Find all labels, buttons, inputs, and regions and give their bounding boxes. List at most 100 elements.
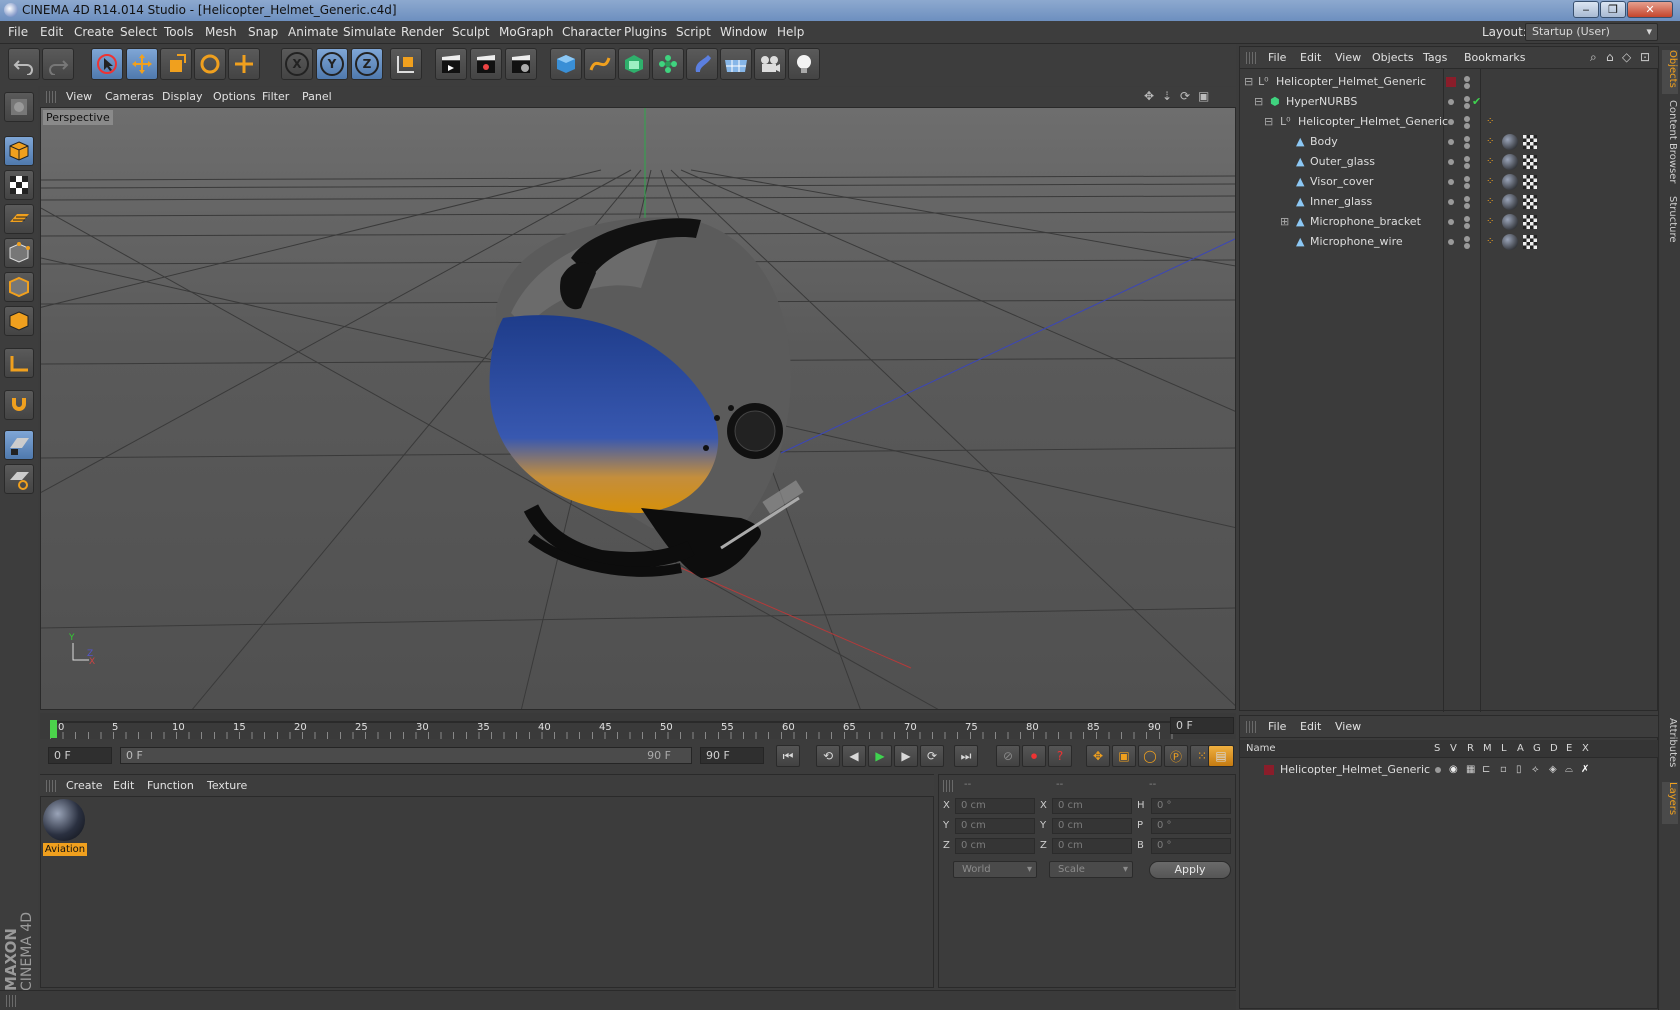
menu-snap[interactable]: Snap	[248, 25, 278, 39]
layer-menu-view[interactable]: View	[1335, 720, 1361, 733]
light-button[interactable]	[788, 48, 820, 80]
workplane-lock[interactable]	[4, 430, 34, 460]
expression-icon[interactable]: ⌓	[1565, 760, 1573, 780]
scale-key-button[interactable]: ▣	[1112, 745, 1136, 767]
render-visibility-dot[interactable]	[1464, 223, 1470, 229]
x-axis-lock[interactable]: X	[281, 48, 313, 80]
menu-script[interactable]: Script	[676, 25, 711, 39]
rot-h-field[interactable]: 0 °	[1151, 798, 1231, 814]
object-menu-file[interactable]: File	[1268, 51, 1286, 64]
current-frame-field[interactable]: 0 F	[48, 747, 112, 764]
menu-window[interactable]: Window	[720, 25, 767, 39]
material-tag-icon[interactable]	[1502, 234, 1518, 250]
timeline-end-field[interactable]: 0 F	[1170, 717, 1234, 734]
tab-objects[interactable]: Objects	[1662, 50, 1678, 94]
array-button[interactable]	[652, 48, 684, 80]
home-icon[interactable]: ⌂	[1606, 50, 1614, 64]
use-model-mode[interactable]	[4, 92, 34, 122]
dolly-view-icon[interactable]: ⇣	[1162, 89, 1172, 103]
tab-structure[interactable]: Structure	[1662, 196, 1678, 252]
scale-tool[interactable]	[160, 48, 192, 80]
object-row[interactable]: ▲ Microphone_wire ⁘	[1240, 232, 1659, 252]
max-frame-field[interactable]: 90 F	[700, 747, 764, 764]
render-visibility-dot[interactable]	[1464, 203, 1470, 209]
object-menu-objects[interactable]: Objects	[1372, 51, 1414, 64]
object-menu-tags[interactable]: Tags	[1423, 51, 1447, 64]
object-menu-edit[interactable]: Edit	[1300, 51, 1321, 64]
phong-tag-icon[interactable]: ⁘	[1486, 152, 1494, 172]
eye-icon[interactable]: ◉	[1449, 760, 1458, 780]
render-visibility-dot[interactable]	[1464, 163, 1470, 169]
keyframe-selection-button[interactable]: ?	[1048, 745, 1072, 767]
pos-x-field[interactable]: 0 cm	[955, 798, 1035, 814]
object-menu-bookmarks[interactable]: Bookmarks	[1464, 51, 1525, 64]
y-axis-lock[interactable]: Y	[316, 48, 348, 80]
material-menu-function[interactable]: Function	[147, 779, 194, 792]
menu-create[interactable]: Create	[74, 25, 114, 39]
previous-key-button[interactable]: ⟲	[816, 745, 840, 767]
menu-render[interactable]: Render	[401, 25, 444, 39]
editor-visibility-dot[interactable]	[1464, 156, 1470, 162]
playhead[interactable]	[50, 720, 57, 738]
parameter-key-button[interactable]: Ⓟ	[1164, 745, 1188, 767]
new-window-icon[interactable]: ⊡	[1640, 50, 1650, 64]
editor-visibility-dot[interactable]	[1448, 239, 1454, 245]
perspective-viewport[interactable]: Y X Z Perspective	[40, 107, 1236, 710]
menu-help[interactable]: Help	[777, 25, 804, 39]
editor-visibility-dot[interactable]	[1448, 179, 1454, 185]
next-frame-button[interactable]: ▶	[894, 745, 918, 767]
manager-icon[interactable]: ⊏	[1482, 760, 1490, 780]
size-y-field[interactable]: 0 cm	[1052, 818, 1132, 834]
menu-mograph[interactable]: MoGraph	[499, 25, 554, 39]
viewport-menu-view[interactable]: View	[66, 90, 92, 103]
viewport-menu-cameras[interactable]: Cameras	[105, 90, 154, 103]
rotate-tool[interactable]	[194, 48, 226, 80]
camera-button[interactable]	[754, 48, 786, 80]
menu-file[interactable]: File	[8, 25, 28, 39]
add-tool[interactable]	[228, 48, 260, 80]
rotate-view-icon[interactable]: ⟳	[1180, 89, 1190, 103]
phong-tag-icon[interactable]: ⁘	[1486, 112, 1494, 132]
undo-button[interactable]	[8, 48, 40, 80]
enabled-check-icon[interactable]: ✔	[1472, 92, 1481, 112]
play-button[interactable]: ▶	[868, 745, 892, 767]
uvw-tag-icon[interactable]	[1523, 235, 1537, 249]
rot-p-field[interactable]: 0 °	[1151, 818, 1231, 834]
coordinate-system-button[interactable]	[390, 48, 422, 80]
planar-workplane[interactable]	[4, 464, 34, 494]
render-visibility-dot[interactable]	[1464, 183, 1470, 189]
tab-layers[interactable]: Layers	[1662, 782, 1678, 824]
editor-visibility-dot[interactable]	[1448, 119, 1454, 125]
render-visibility-dot[interactable]	[1464, 123, 1470, 129]
menu-plugins[interactable]: Plugins	[624, 25, 667, 39]
render-view-button[interactable]	[435, 48, 467, 80]
render-visibility-dot[interactable]	[1464, 243, 1470, 249]
subdivision-surface-button[interactable]	[618, 48, 650, 80]
uvw-tag-icon[interactable]	[1523, 215, 1537, 229]
phong-tag-icon[interactable]: ⁘	[1486, 172, 1494, 192]
menu-simulate[interactable]: Simulate	[343, 25, 396, 39]
render-settings-button[interactable]	[505, 48, 537, 80]
render-visibility-dot[interactable]	[1464, 103, 1470, 109]
lock-icon[interactable]: ▫	[1500, 760, 1507, 780]
object-menu-view[interactable]: View	[1335, 51, 1361, 64]
timeline-window-button[interactable]: ▤	[1208, 745, 1234, 767]
rot-b-field[interactable]: 0 °	[1151, 838, 1231, 854]
layer-row[interactable]: Helicopter_Helmet_Generic ◉ ▦ ⊏ ▫ ▯ ⟡ ◈ …	[1240, 760, 1659, 780]
editor-visibility-dot[interactable]	[1464, 176, 1470, 182]
phong-tag-icon[interactable]: ⁘	[1486, 192, 1494, 212]
timeline-ruler[interactable]: 0 5 10 15 20 25 30 35 40 45 50 55 60 65 …	[40, 713, 1236, 739]
editor-visibility-dot[interactable]	[1464, 136, 1470, 142]
autokeying-button[interactable]: ⏺	[1022, 745, 1046, 767]
size-z-field[interactable]: 0 cm	[1052, 838, 1132, 854]
collapse-icon[interactable]: ⊟	[1264, 112, 1273, 132]
redo-button[interactable]	[42, 48, 74, 80]
deformer-icon[interactable]: ◈	[1549, 760, 1557, 780]
object-row[interactable]: ▲ Body ⁘	[1240, 132, 1659, 152]
editor-visibility-dot[interactable]	[1448, 139, 1454, 145]
layer-color-swatch[interactable]	[1264, 765, 1274, 775]
size-x-field[interactable]: 0 cm	[1052, 798, 1132, 814]
viewport-menu-display[interactable]: Display	[162, 90, 203, 103]
menu-sculpt[interactable]: Sculpt	[452, 25, 489, 39]
search-icon[interactable]: ⌕	[1590, 50, 1597, 65]
